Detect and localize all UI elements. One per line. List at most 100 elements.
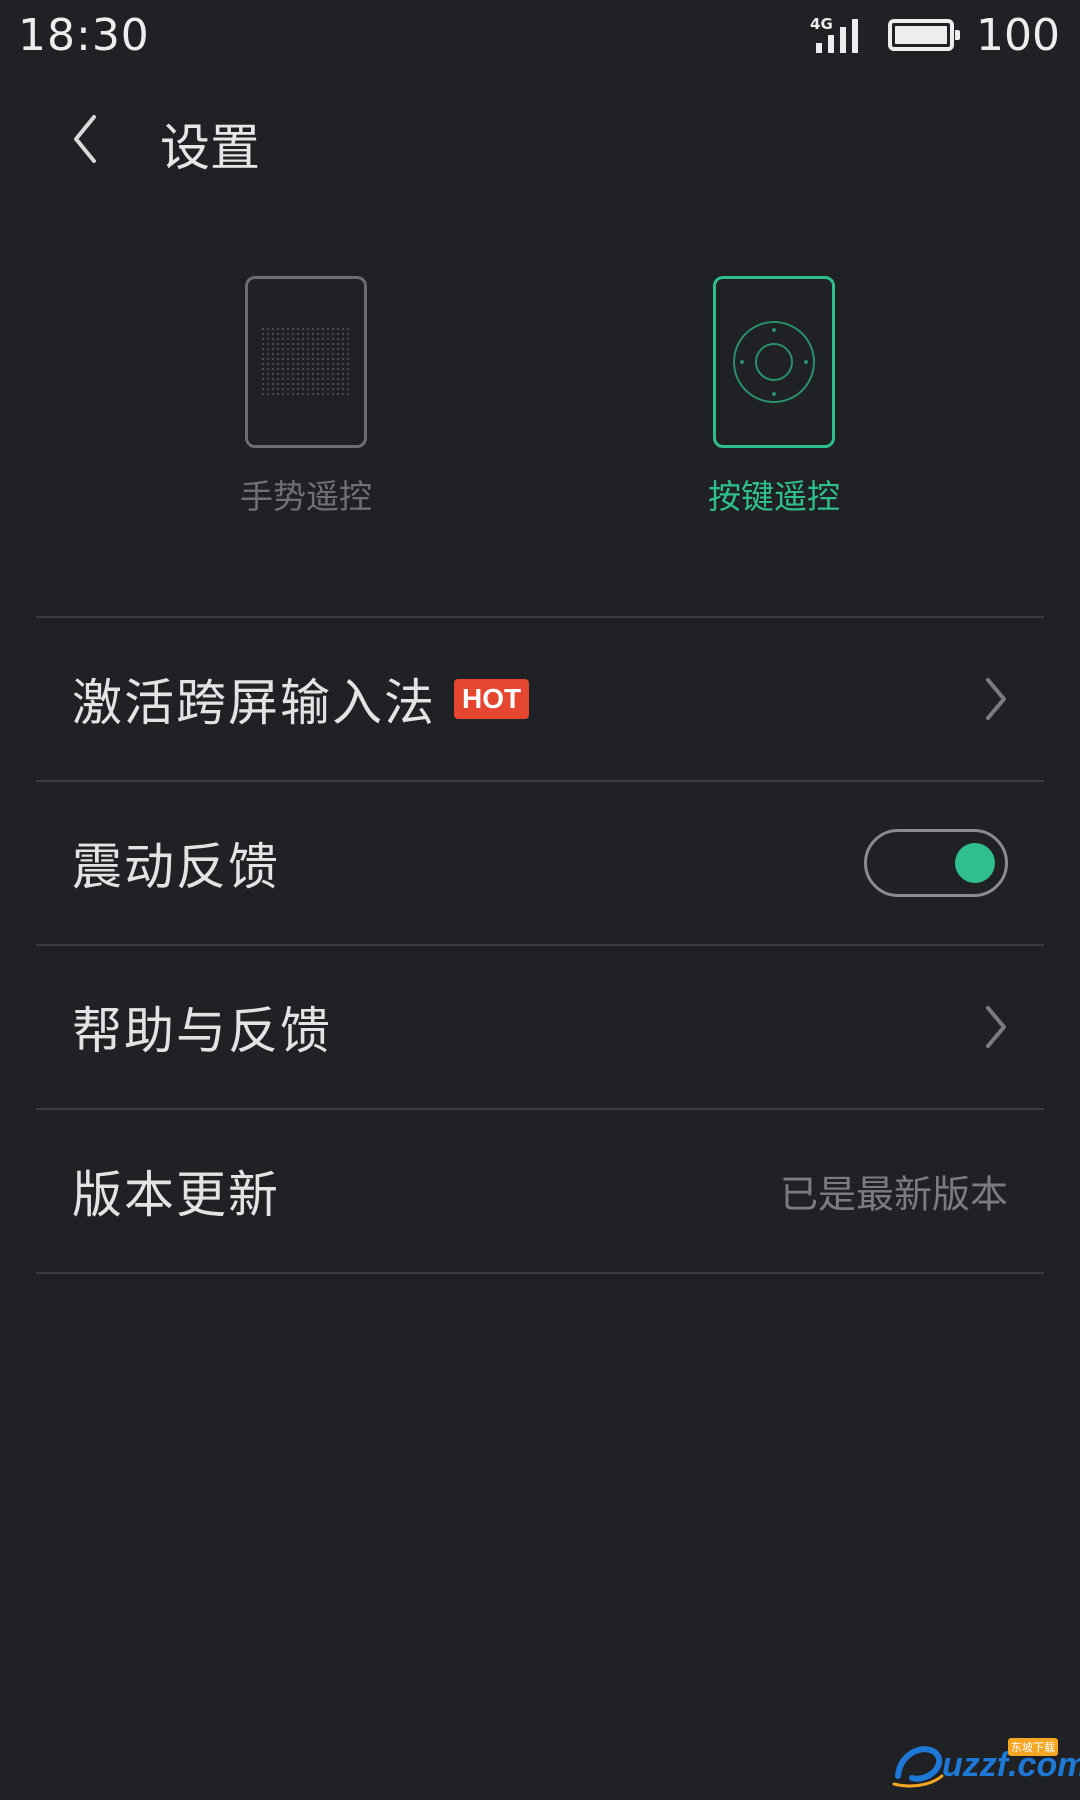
grid-dot (327, 383, 329, 385)
grid-dot (327, 363, 329, 365)
grid-dot (337, 348, 339, 350)
grid-dot (337, 368, 339, 370)
grid-dot (287, 328, 289, 330)
grid-dot (287, 388, 289, 390)
version-update-row[interactable]: 版本更新 已是最新版本 (36, 1110, 1044, 1272)
grid-dot (282, 378, 284, 380)
help-feedback-row[interactable]: 帮助与反馈 (36, 946, 1044, 1108)
grid-dot (307, 348, 309, 350)
grid-dot (292, 348, 294, 350)
watermark-logo: uzzf.com 东坡下载 (890, 1734, 1080, 1794)
grid-dot (307, 378, 309, 380)
grid-dot (267, 388, 269, 390)
grid-dot (347, 373, 349, 375)
grid-dot (347, 338, 349, 340)
signal-bar (852, 19, 859, 53)
grid-dot (297, 393, 299, 395)
dpad-remote-icon (713, 276, 835, 448)
grid-dot (262, 393, 264, 395)
grid-dot (332, 393, 334, 395)
grid-dot (327, 333, 329, 335)
mode-button-label: 按键遥控 (708, 477, 840, 516)
grid-dot (337, 373, 339, 375)
grid-dot (347, 333, 349, 335)
grid-dot (282, 388, 284, 390)
grid-dot (282, 358, 284, 360)
grid-dot (282, 373, 284, 375)
grid-dot (262, 388, 264, 390)
grid-dot (317, 343, 319, 345)
grid-dot (322, 383, 324, 385)
grid-dot (312, 373, 314, 375)
grid-dot (277, 353, 279, 355)
grid-dot (332, 348, 334, 350)
mode-button-remote[interactable]: 按键遥控 (674, 276, 874, 518)
grid-dot (317, 338, 319, 340)
grid-dot (302, 348, 304, 350)
grid-dot (282, 393, 284, 395)
back-button[interactable] (50, 104, 120, 174)
grid-dot (317, 393, 319, 395)
grid-dot (312, 363, 314, 365)
grid-dot (312, 328, 314, 330)
grid-dot (337, 328, 339, 330)
grid-dot (342, 388, 344, 390)
grid-dot (287, 353, 289, 355)
grid-dot (337, 378, 339, 380)
status-bar: 18:30 4G 100 (0, 0, 1080, 70)
grid-dot (332, 368, 334, 370)
grid-dot (302, 393, 304, 395)
grid-dot (302, 328, 304, 330)
grid-dot (287, 338, 289, 340)
grid-dot (327, 373, 329, 375)
grid-dot (282, 363, 284, 365)
grid-dot (337, 393, 339, 395)
vibration-toggle[interactable] (864, 829, 1008, 897)
mode-gesture-remote[interactable]: 手势遥控 (206, 276, 406, 518)
battery-icon (888, 19, 961, 51)
grid-dot (277, 373, 279, 375)
grid-dot (267, 348, 269, 350)
grid-dot (262, 373, 264, 375)
grid-dot (292, 338, 294, 340)
toggle-knob (955, 843, 995, 883)
grid-dot (337, 353, 339, 355)
grid-dot (287, 333, 289, 335)
grid-dot (307, 343, 309, 345)
grid-dot (312, 358, 314, 360)
grid-dot (347, 383, 349, 385)
grid-dot (317, 368, 319, 370)
grid-dot (277, 338, 279, 340)
grid-dot (322, 333, 324, 335)
battery-level: 100 (976, 9, 1060, 61)
hot-badge: HOT (454, 679, 530, 719)
grid-dot (262, 353, 264, 355)
settings-list: 激活跨屏输入法 HOT 震动反馈 帮助与反馈 版本更新 已是最新版本 (36, 616, 1044, 1274)
version-status: 已是最新版本 (779, 1172, 1008, 1217)
grid-dot (337, 363, 339, 365)
grid-dot (277, 343, 279, 345)
grid-dot (297, 388, 299, 390)
grid-dot (322, 378, 324, 380)
grid-dot (302, 363, 304, 365)
grid-dot (297, 368, 299, 370)
status-time: 18:30 (18, 9, 150, 61)
grid-dot (327, 338, 329, 340)
grid-dot (342, 363, 344, 365)
grid-dot (262, 378, 264, 380)
grid-dot (302, 388, 304, 390)
grid-dot (272, 393, 274, 395)
grid-dot (312, 348, 314, 350)
grid-dot (332, 378, 334, 380)
grid-dot (307, 393, 309, 395)
grid-dot (277, 333, 279, 335)
grid-dot (327, 388, 329, 390)
grid-dot (297, 373, 299, 375)
activate-ime-row[interactable]: 激活跨屏输入法 HOT (36, 618, 1044, 780)
grid-dot (292, 368, 294, 370)
grid-dot (267, 363, 269, 365)
grid-dot (337, 343, 339, 345)
grid-dot (342, 343, 344, 345)
grid-dot (297, 338, 299, 340)
grid-dot (332, 343, 334, 345)
